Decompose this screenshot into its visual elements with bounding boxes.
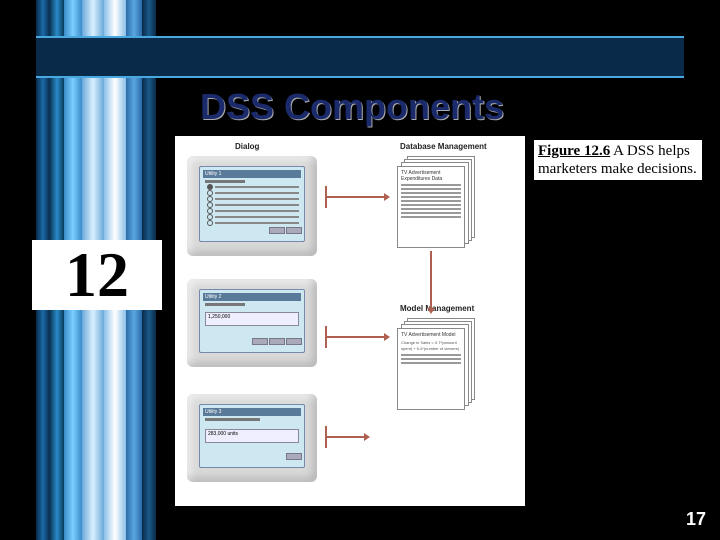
- arrow-dialog2-to-model: [325, 336, 385, 338]
- dialog2-prompt: [205, 303, 245, 306]
- dialog3-monitor: Utility 3 283,000 units: [187, 394, 317, 482]
- model-doc-title: TV Advertisement Model: [401, 332, 461, 338]
- figure-number: Figure 12.6: [538, 143, 610, 159]
- dialog1-monitor: Utility 1: [187, 156, 317, 256]
- database-doc-title: TV Advertisement Expenditures Data: [401, 170, 461, 182]
- slide-title: DSS Components: [200, 86, 504, 128]
- arrow-db-to-model: [430, 251, 432, 309]
- dialog1-title: Utility 1: [203, 170, 301, 178]
- header-bar: [36, 36, 684, 78]
- page-number: 17: [686, 509, 706, 530]
- dialog3-value: 283,000 units: [205, 429, 299, 443]
- database-docs: TV Advertisement Expenditures Data: [397, 156, 475, 246]
- dialog2-monitor: Utility 2 1,250,000: [187, 279, 317, 367]
- dialog1-heading: [205, 180, 245, 183]
- dialog2-title: Utility 2: [203, 293, 301, 301]
- model-docs: TV Advertisement Model Change in Sales =…: [397, 318, 475, 408]
- column-label-model: Model Management: [400, 304, 474, 313]
- column-label-database: Database Management: [400, 142, 487, 151]
- dialog3-title: Utility 3: [203, 408, 301, 416]
- column-label-dialog: Dialog: [235, 142, 259, 151]
- arrow-dialog3: [325, 436, 365, 438]
- dialog2-value: 1,250,000: [205, 312, 299, 326]
- model-doc-formula: Change in Sales = 0.7*(amount spent) + 5…: [401, 340, 461, 352]
- chapter-number: 12: [65, 238, 129, 312]
- chapter-badge: 12: [32, 240, 162, 310]
- arrow-dialog-to-db: [325, 196, 385, 198]
- dialog3-prompt: [205, 418, 260, 421]
- figure-diagram: Dialog Database Management Model Managem…: [175, 136, 525, 506]
- figure-caption: Figure 12.6 A DSS helps marketers make d…: [534, 140, 702, 180]
